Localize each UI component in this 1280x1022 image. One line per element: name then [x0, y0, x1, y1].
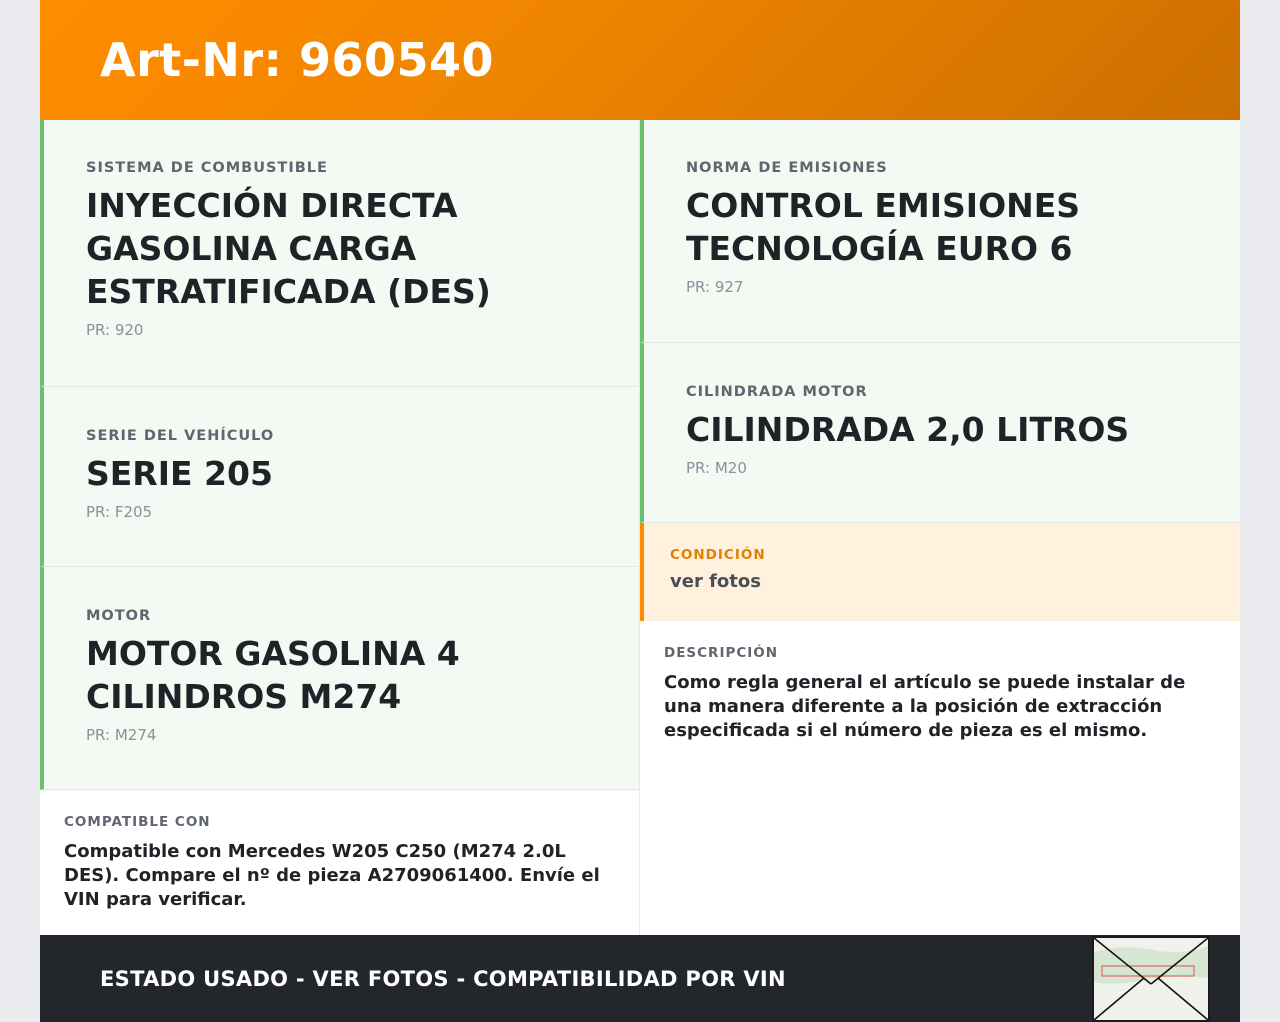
spec-label: Motor: [86, 608, 152, 624]
spec-label: Norma de emisiones: [686, 160, 888, 176]
description-section: Descripción Como regla general el artícu…: [640, 621, 1240, 767]
spec-value: MOTOR GASOLINA 4 CILINDROS M274: [86, 634, 460, 716]
spec-value: CILINDRADA 2,0 LITROS: [686, 410, 1130, 449]
condition-text: ver fotos: [670, 571, 761, 592]
spec-pr-code: PR: M274: [86, 726, 157, 744]
spec-label: Sistema de combustible: [86, 160, 328, 176]
compat-text: Compatible con Mercedes W205 C250 (M274 …: [64, 841, 600, 910]
spec-label: Cilindrada motor: [686, 384, 868, 400]
spec-value: SERIE 205: [86, 454, 273, 493]
footer-text: ESTADO USADO - VER FOTOS - COMPATIBILIDA…: [100, 966, 786, 991]
spec-pr-code: PR: M20: [686, 459, 747, 477]
compat-label: Compatible con: [64, 814, 211, 830]
spec-card-vehicle-series: Serie del vehículo SERIE 205 PR: F205: [40, 387, 639, 567]
spec-card-displacement: Cilindrada motor CILINDRADA 2,0 LITROS P…: [640, 343, 1240, 523]
envelope-icon[interactable]: [1092, 936, 1210, 1022]
product-sheet: Art-Nr: 960540 Sistema de combustible IN…: [40, 0, 1240, 1022]
footer-bar: ESTADO USADO - VER FOTOS - COMPATIBILIDA…: [40, 935, 1240, 1022]
right-column: Norma de emisiones CONTROL EMISIONES TEC…: [640, 120, 1240, 935]
spec-pr-code: PR: 920: [86, 321, 144, 339]
condition-box: Condición ver fotos: [640, 523, 1240, 621]
spec-card-fuel-system: Sistema de combustible INYECCIÓN DIRECTA…: [40, 120, 639, 387]
left-column: Sistema de combustible INYECCIÓN DIRECTA…: [40, 120, 640, 935]
spec-pr-code: PR: 927: [686, 278, 744, 296]
spec-card-engine: Motor MOTOR GASOLINA 4 CILINDROS M274 PR…: [40, 567, 639, 790]
spec-pr-code: PR: F205: [86, 503, 153, 521]
spec-value: CONTROL EMISIONES TECNOLOGÍA EURO 6: [686, 186, 1081, 268]
description-label: Descripción: [664, 645, 779, 661]
spec-card-emissions: Norma de emisiones CONTROL EMISIONES TEC…: [640, 120, 1240, 343]
spec-grid: Sistema de combustible INYECCIÓN DIRECTA…: [40, 120, 1240, 935]
spec-value: INYECCIÓN DIRECTA GASOLINA CARGA ESTRATI…: [86, 186, 491, 311]
spec-label: Serie del vehículo: [86, 428, 275, 444]
condition-label: Condición: [670, 547, 766, 563]
envelope-icon-graphic: [1094, 938, 1208, 1020]
description-text: Como regla general el artículo se puede …: [664, 672, 1186, 741]
header-banner: Art-Nr: 960540: [40, 0, 1240, 120]
compatibility-section: Compatible con Compatible con Mercedes W…: [40, 790, 639, 936]
page-title: Art-Nr: 960540: [100, 33, 495, 87]
